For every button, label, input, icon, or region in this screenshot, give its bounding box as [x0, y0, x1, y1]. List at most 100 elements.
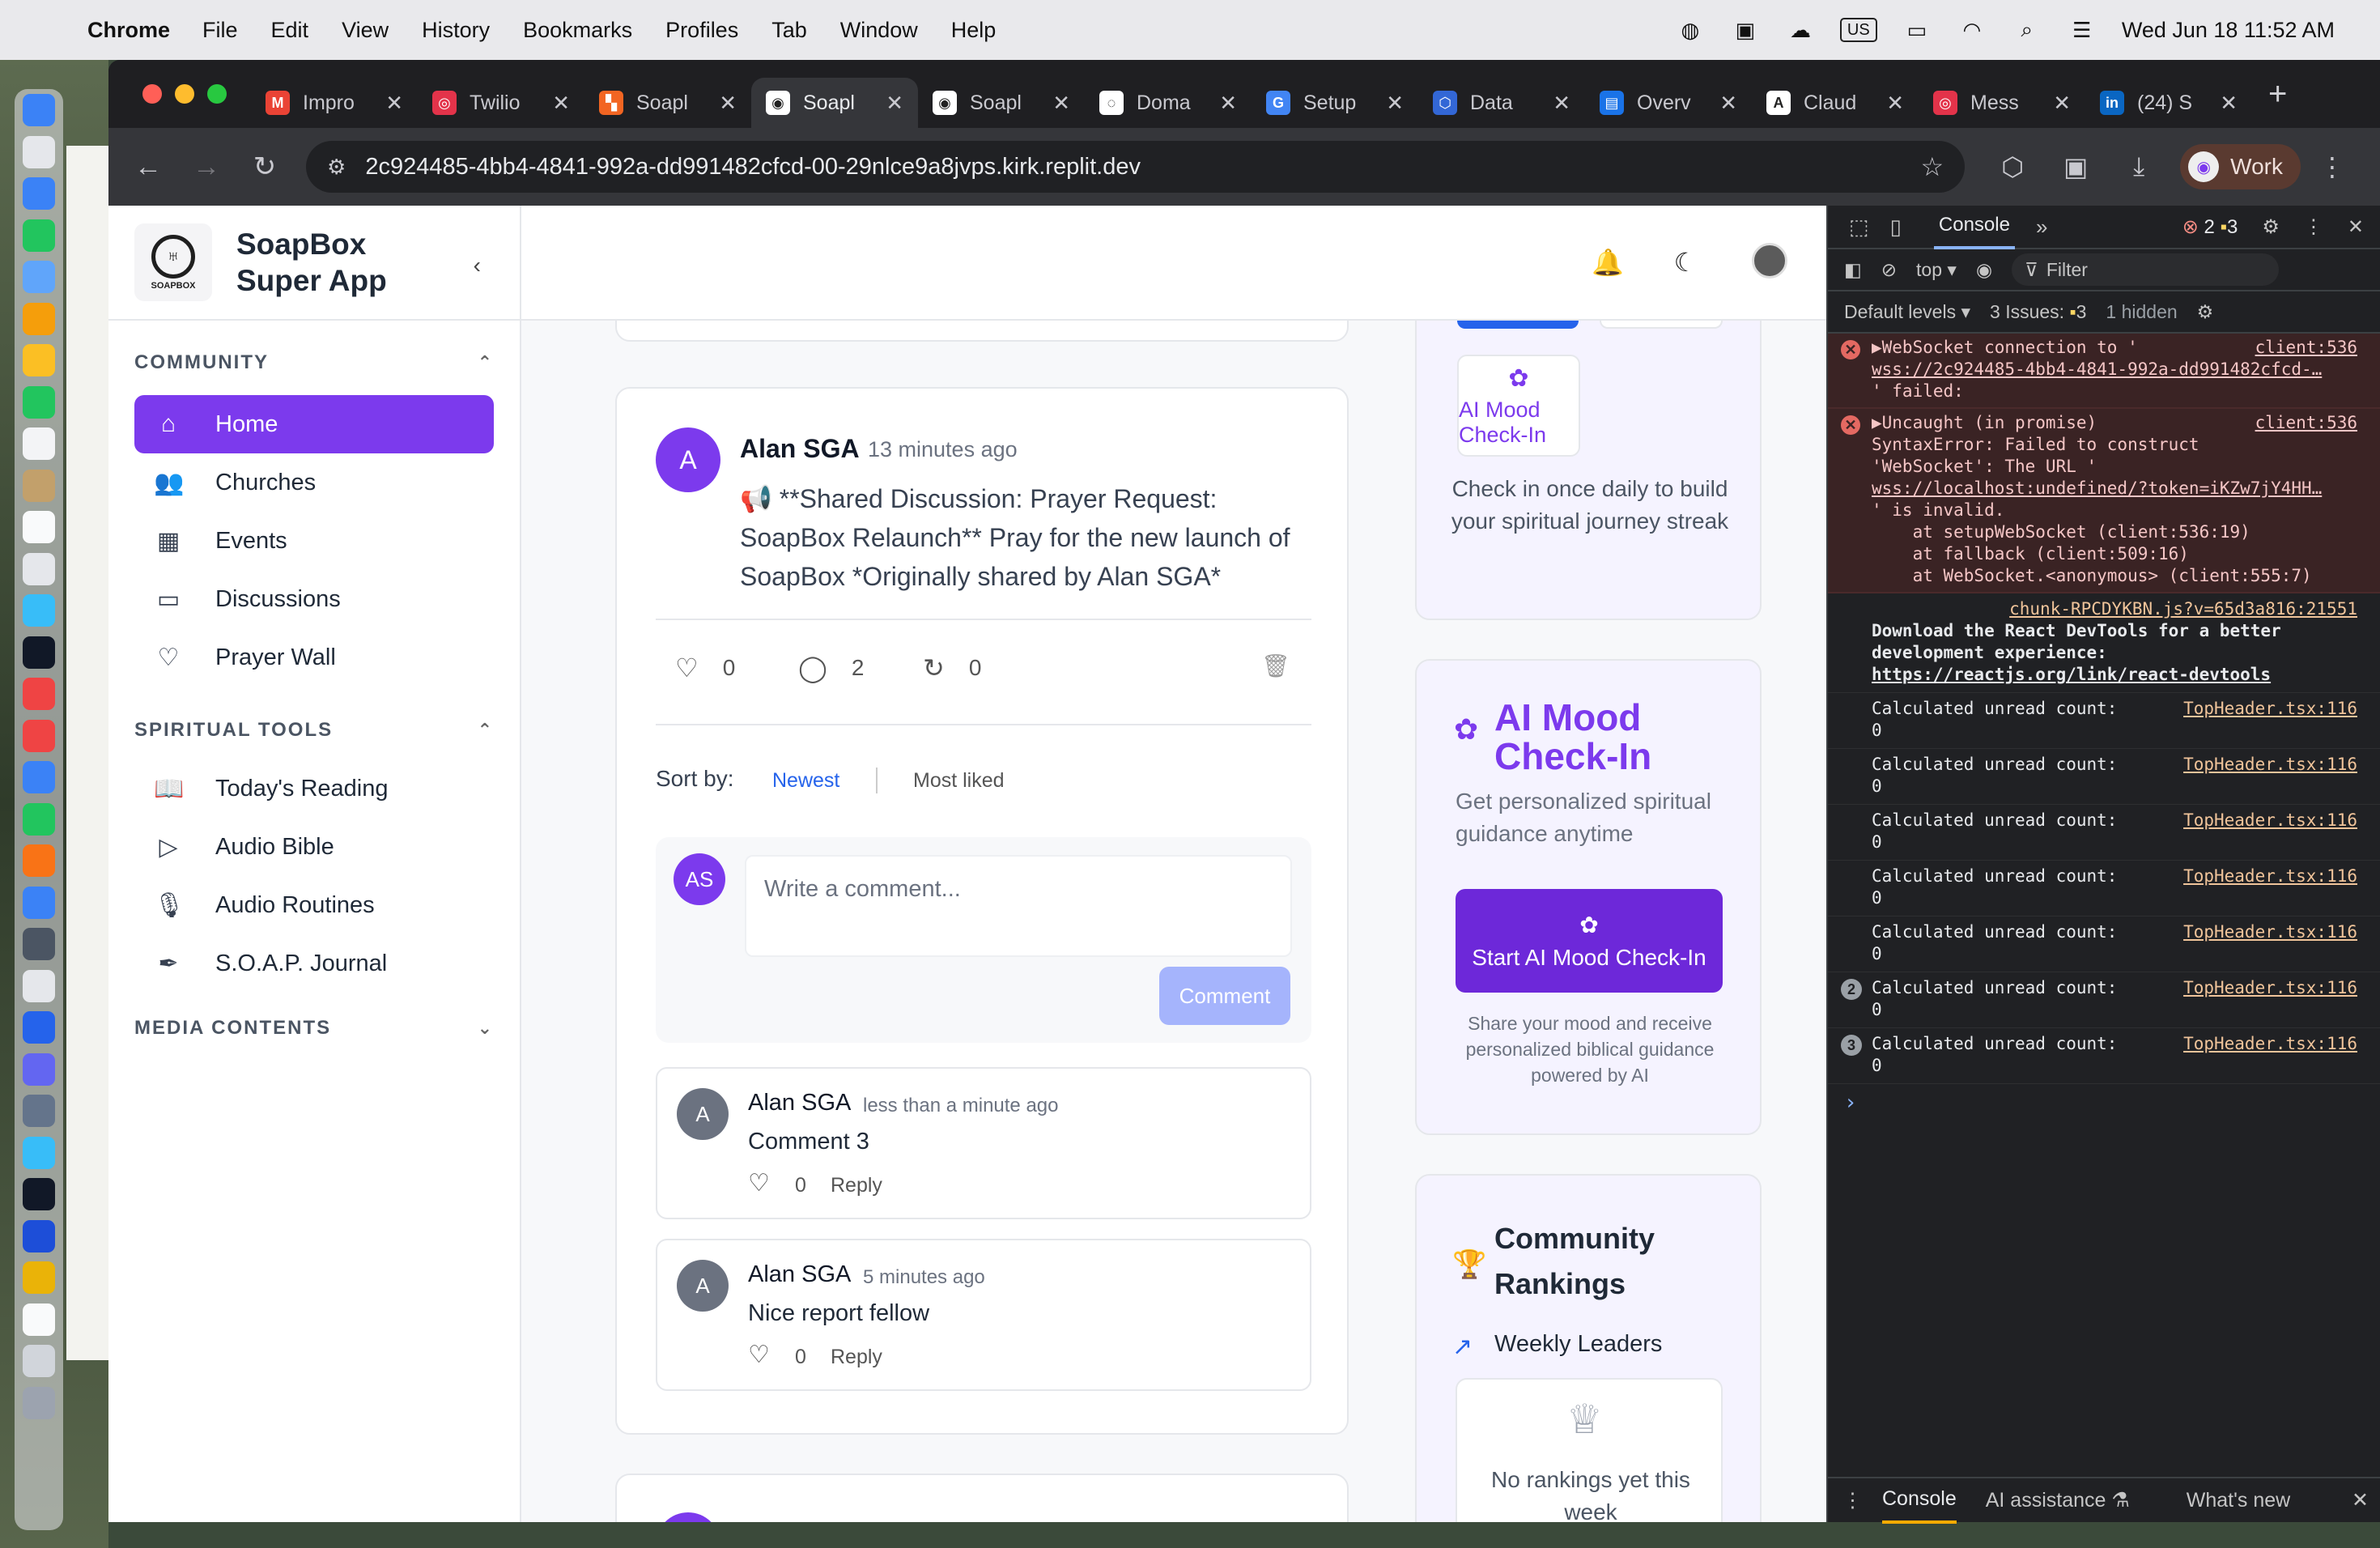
checkin-other-tab[interactable]: [1600, 321, 1723, 329]
console-filter-input[interactable]: ⊽ Filter: [2012, 253, 2280, 286]
browser-tab[interactable]: A Claud ✕: [1752, 78, 1919, 128]
log-source-link[interactable]: TopHeader.tsx:116: [2183, 977, 2357, 999]
context-selector[interactable]: top ▾: [1916, 259, 1957, 281]
drawer-menu-icon[interactable]: ⋮: [1842, 1488, 1863, 1512]
sidebar-item-today-s-reading[interactable]: 📖 Today's Reading: [134, 759, 494, 818]
sidebar-item-events[interactable]: ▦ Events: [134, 512, 494, 570]
screenshot-icon[interactable]: ▣: [1730, 18, 1761, 42]
dock-app-icon[interactable]: [23, 1095, 55, 1127]
settings-gear-icon[interactable]: ⚙: [2262, 215, 2280, 239]
reload-button[interactable]: ↻: [241, 143, 288, 190]
menu-history[interactable]: History: [422, 18, 490, 43]
dock-app-icon[interactable]: [23, 594, 55, 627]
sort-most-liked-button[interactable]: Most liked: [913, 769, 1005, 793]
sidebar-item-prayer-wall[interactable]: ♡ Prayer Wall: [134, 628, 494, 687]
tab-close-icon[interactable]: ✕: [719, 91, 737, 116]
menu-edit[interactable]: Edit: [271, 18, 309, 43]
dock-app-icon[interactable]: [23, 1011, 55, 1044]
log-source-link[interactable]: client:536: [2255, 337, 2357, 359]
post-author-avatar[interactable]: A: [656, 427, 720, 492]
browser-tab[interactable]: M Impro ✕: [251, 78, 418, 128]
console-log-entry[interactable]: TopHeader.tsx:116 Calculated unread count…: [1828, 749, 2380, 805]
log-source-link[interactable]: TopHeader.tsx:116: [2183, 1033, 2357, 1055]
device-toolbar-icon[interactable]: ▯: [1890, 215, 1902, 240]
wifi-icon[interactable]: ◠: [1957, 18, 1987, 42]
dock-app-icon[interactable]: [23, 1219, 55, 1252]
dock-app-icon[interactable]: [23, 1178, 55, 1210]
comment-like-heart-icon[interactable]: ♡: [748, 1341, 770, 1369]
console-prompt[interactable]: ›: [1844, 1091, 2380, 1115]
forward-button[interactable]: →: [183, 143, 230, 190]
dock-app-icon[interactable]: [23, 719, 55, 752]
menu-window[interactable]: Window: [840, 18, 918, 43]
comment-author[interactable]: Alan SGA: [748, 1261, 851, 1288]
dock-app-icon[interactable]: [23, 969, 55, 1002]
dock-app-icon[interactable]: [23, 1053, 55, 1086]
console-log-entry[interactable]: TopHeader.tsx:116 Calculated unread count…: [1828, 861, 2380, 916]
levels-dropdown[interactable]: Default levels ▾: [1844, 301, 1970, 323]
browser-tab[interactable]: G Setup ✕: [1252, 78, 1418, 128]
moon-icon[interactable]: ☾: [1668, 245, 1703, 280]
log-line[interactable]: wss://localhost:undefined/?token=iKZw7jY…: [1872, 478, 2357, 500]
log-source-link[interactable]: TopHeader.tsx:116: [2183, 810, 2357, 831]
site-info-icon[interactable]: ⚙: [327, 155, 346, 180]
comment-like-heart-icon[interactable]: ♡: [748, 1169, 770, 1197]
browser-tab[interactable]: ⬡ Data ✕: [1418, 78, 1585, 128]
inspect-element-icon[interactable]: ⬚: [1849, 215, 1869, 240]
tab-close-icon[interactable]: ✕: [2220, 91, 2238, 116]
browser-tab[interactable]: ▚ Soapl ✕: [584, 78, 751, 128]
minimize-window-button[interactable]: [175, 84, 194, 104]
dock-app-icon[interactable]: [23, 469, 55, 502]
dock-app-icon[interactable]: [23, 802, 55, 836]
sort-newest-button[interactable]: Newest: [772, 769, 839, 793]
address-bar[interactable]: ⚙ 2c924485-4bb4-4841-992a-dd991482cfcd-0…: [306, 141, 1966, 193]
extensions-icon[interactable]: ⬡: [1989, 143, 2036, 190]
tab-close-icon[interactable]: ✕: [1886, 91, 1904, 116]
browser-tab[interactable]: ◉ Soapl ✕: [751, 78, 918, 128]
like-button[interactable]: ♡ 0: [675, 653, 735, 683]
dock-app-icon[interactable]: [23, 302, 55, 335]
drawer-whats-new-tab[interactable]: What's new: [2187, 1489, 2290, 1512]
dock-app-icon[interactable]: [23, 219, 55, 252]
log-source-link[interactable]: TopHeader.tsx:116: [2183, 754, 2357, 776]
chrome-menu-icon[interactable]: ⋮: [2309, 143, 2356, 190]
back-button[interactable]: ←: [125, 143, 172, 190]
more-tabs-icon[interactable]: »: [2036, 215, 2047, 240]
console-log-entry[interactable]: TopHeader.tsx:116 Calculated unread count…: [1828, 693, 2380, 749]
user-avatar[interactable]: [1752, 243, 1787, 279]
dock-app-icon[interactable]: [23, 344, 55, 376]
console-settings-icon[interactable]: ⚙: [2197, 301, 2214, 323]
dock-app-icon[interactable]: [23, 94, 55, 126]
menu-view[interactable]: View: [342, 18, 389, 43]
sidebar-item-audio-routines[interactable]: 🎙 Audio Routines: [134, 876, 494, 934]
issues-button[interactable]: 3 Issues: ▪3: [1990, 301, 2086, 323]
drawer-console-tab[interactable]: Console: [1882, 1478, 1957, 1524]
zoom-window-button[interactable]: [207, 84, 227, 104]
comment-avatar[interactable]: A: [677, 1260, 729, 1312]
tab-close-icon[interactable]: ✕: [1553, 91, 1570, 116]
dock-app-icon[interactable]: [23, 177, 55, 210]
browser-tab[interactable]: ◉ Soapl ✕: [918, 78, 1085, 128]
tab-close-icon[interactable]: ✕: [1386, 91, 1404, 116]
comment-count-button[interactable]: ◯ 2: [798, 653, 864, 683]
console-log-entry[interactable]: TopHeader.tsx:116 Calculated unread count…: [1828, 916, 2380, 972]
browser-tab[interactable]: ◌ Doma ✕: [1085, 78, 1252, 128]
log-line[interactable]: https://reactjs.org/link/react-devtools: [1872, 664, 2357, 686]
vpn-icon[interactable]: ◍: [1675, 18, 1706, 42]
section-community[interactable]: COMMUNITY ⌃: [108, 343, 520, 382]
dock-app-icon[interactable]: [23, 636, 55, 669]
console-error-entry[interactable]: ✕ client:536 ▶WebSocket connection to ' wss…: [1828, 334, 2380, 409]
dock-app-icon[interactable]: [23, 761, 55, 793]
submit-comment-button[interactable]: Comment: [1159, 967, 1290, 1025]
devtools-menu-icon[interactable]: ⋮: [2304, 215, 2323, 239]
collapse-sidebar-button[interactable]: ‹: [474, 253, 481, 279]
console-log-entry[interactable]: 3 TopHeader.tsx:116 Calculated unread coun…: [1828, 1028, 2380, 1084]
sidebar-item-discussions[interactable]: ▭ Discussions: [134, 570, 494, 628]
console-error-entry[interactable]: ✕ client:536 ▶Uncaught (in promise) SyntaxE…: [1828, 409, 2380, 593]
browser-tab[interactable]: ◎ Mess ✕: [1919, 78, 2085, 128]
menu-profiles[interactable]: Profiles: [665, 18, 738, 43]
menu-bookmarks[interactable]: Bookmarks: [523, 18, 632, 43]
console-log-entry[interactable]: TopHeader.tsx:116 Calculated unread count…: [1828, 805, 2380, 861]
menubar-clock[interactable]: Wed Jun 18 11:52 AM: [2122, 18, 2335, 43]
bookmark-star-icon[interactable]: ☆: [1920, 151, 1944, 182]
